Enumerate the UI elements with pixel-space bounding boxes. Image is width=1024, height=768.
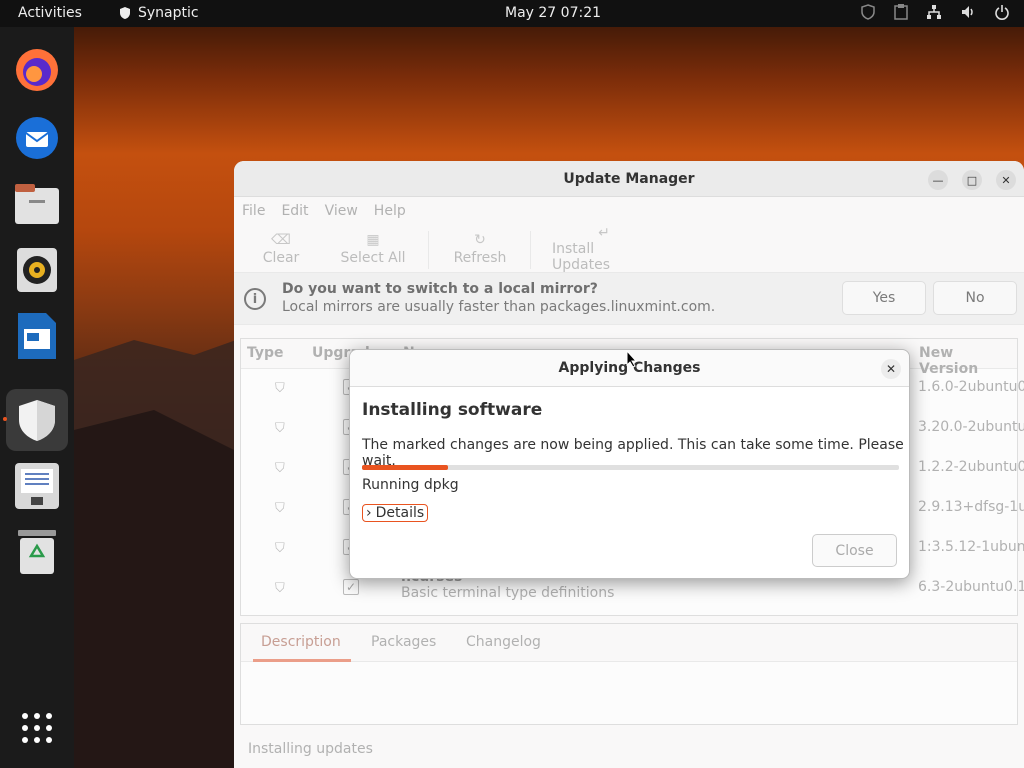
details-expander[interactable]: › Details	[362, 504, 429, 522]
power-icon	[995, 5, 1009, 20]
trash-icon	[18, 530, 56, 574]
trash-launcher[interactable]	[12, 527, 62, 577]
thunderbird-launcher[interactable]	[12, 113, 62, 163]
app-grid-button[interactable]	[12, 703, 62, 753]
app-name: Synaptic	[138, 5, 199, 21]
writer-launcher[interactable]	[12, 311, 62, 361]
progress-bar	[362, 465, 899, 470]
app-grid-icon	[22, 713, 52, 743]
system-tray[interactable]	[860, 4, 1010, 20]
mintupdate-icon	[19, 400, 55, 441]
volume-icon	[962, 6, 973, 18]
writer-icon	[18, 313, 56, 359]
top-bar: Activities Synaptic May 27 07:21	[0, 0, 1024, 27]
app-menu[interactable]: Synaptic	[118, 5, 199, 21]
close-icon: ✕	[885, 362, 897, 376]
maximize-icon: □	[966, 173, 978, 187]
rhythmbox-launcher[interactable]	[12, 245, 62, 295]
dock	[0, 27, 74, 768]
shield-icon	[120, 7, 130, 19]
update-manager-launcher[interactable]	[6, 389, 68, 451]
maximize-button[interactable]: □	[962, 170, 982, 190]
minimize-button[interactable]: —	[928, 170, 948, 190]
applying-changes-dialog: Applying Changes ✕ Installing software T…	[349, 349, 910, 579]
minimize-icon: —	[932, 173, 944, 187]
security-shield-icon	[861, 4, 875, 20]
window-titlebar[interactable]: Update Manager — □ ✕	[234, 161, 1024, 197]
chevron-right-icon: ›	[366, 505, 372, 521]
details-label: Details	[375, 505, 425, 521]
document-launcher[interactable]	[12, 461, 62, 511]
clipboard-icon	[894, 4, 908, 20]
close-button[interactable]: Close	[812, 534, 897, 567]
network-icon	[927, 5, 941, 19]
progress-fill	[362, 465, 448, 470]
dialog-close-button[interactable]: ✕	[881, 359, 901, 379]
files-icon	[15, 184, 59, 224]
window-title: Update Manager	[563, 171, 695, 187]
running-indicator	[3, 417, 7, 421]
thunderbird-icon	[16, 117, 58, 159]
close-icon: ✕	[1001, 173, 1011, 187]
firefox-icon	[16, 49, 58, 91]
firefox-launcher[interactable]	[12, 45, 62, 95]
document-icon	[15, 463, 59, 509]
close-window-button[interactable]: ✕	[996, 170, 1016, 190]
mouse-cursor-icon	[626, 350, 638, 368]
activities-button[interactable]: Activities	[18, 5, 82, 21]
dialog-heading: Installing software	[362, 400, 543, 420]
rhythmbox-icon	[17, 248, 57, 292]
progress-status: Running dpkg	[362, 477, 459, 493]
clock[interactable]: May 27 07:21	[505, 5, 601, 21]
files-launcher[interactable]	[12, 179, 62, 229]
